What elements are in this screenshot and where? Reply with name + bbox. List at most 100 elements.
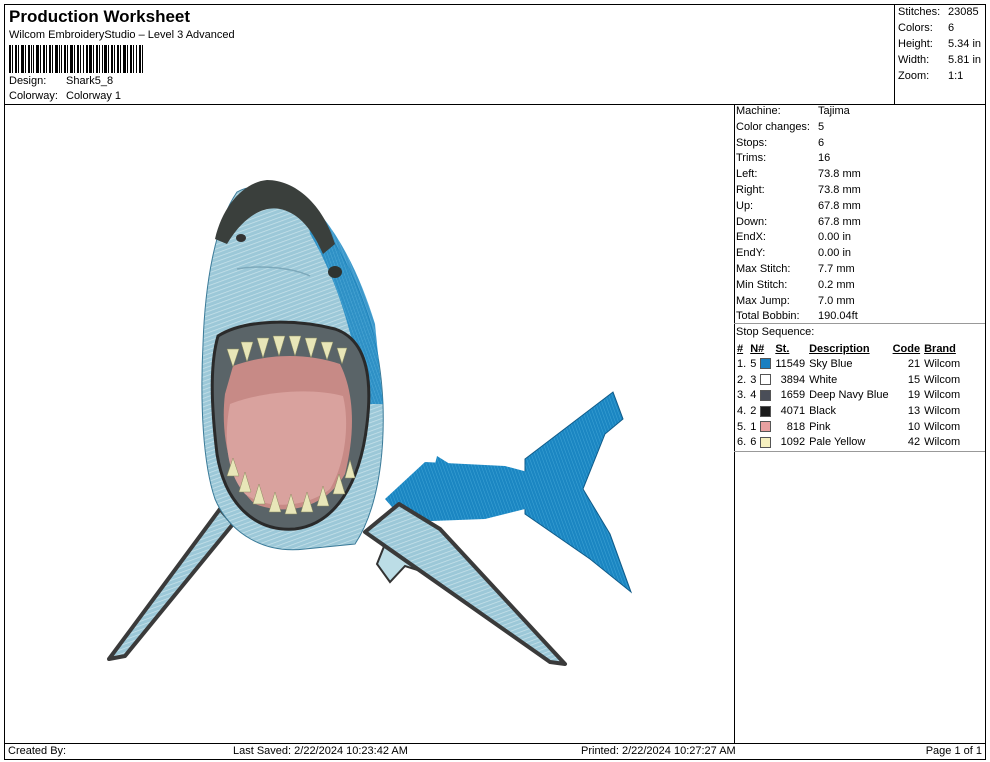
machine-info-row: Min Stitch: 0.2 mm	[736, 279, 855, 291]
machine-info-value: 0.2 mm	[818, 278, 855, 291]
color-swatch-box	[760, 405, 772, 417]
machine-info-row: Max Stitch: 7.7 mm	[736, 263, 855, 275]
table-header-row: # N# St. Description Code Brand	[735, 341, 962, 356]
thread-code: 19	[907, 389, 921, 402]
machine-info-label: Color changes:	[736, 120, 810, 133]
machine-info-value: 73.8 mm	[818, 168, 861, 181]
machine-info-label: Down:	[736, 215, 768, 228]
details-panel: Machine: Tajima Color changes: 5 Stops: 6 Trim…	[734, 104, 986, 744]
machine-info-label: Min Stitch:	[736, 278, 788, 291]
design-row: Design: Shark5_8	[9, 75, 113, 87]
machine-info-row: Machine: Tajima	[736, 105, 850, 117]
worksheet-header: Production Worksheet Wilcom EmbroiderySt…	[4, 4, 895, 105]
color-swatch	[758, 372, 773, 388]
zoom-label: Zoom:	[898, 70, 930, 82]
stitch-count: 11549	[775, 357, 806, 370]
machine-info-row: EndX: 0.00 in	[736, 231, 851, 243]
stitch-count: 818	[786, 420, 806, 433]
machine-info-value: 67.8 mm	[818, 199, 861, 212]
height-label: Height:	[898, 38, 933, 50]
row-index: 1.	[737, 357, 747, 370]
printed-date: Printed: 2/22/2024 10:27:27 AM	[581, 745, 736, 757]
machine-info-row: Max Jump: 7.0 mm	[736, 295, 855, 307]
stitch-count: 3894	[780, 373, 806, 386]
stitches-value: 23085	[948, 6, 979, 18]
row-index: 4.	[737, 404, 747, 417]
table-row: 4. 2 4071 Black 13 Wilcom	[735, 403, 962, 419]
machine-info-value: 73.8 mm	[818, 184, 861, 196]
col-brand-header: Brand	[924, 342, 956, 355]
color-description: Pink	[809, 420, 831, 433]
design-value: Shark5_8	[66, 75, 114, 87]
barcode-icon	[9, 45, 143, 73]
color-swatch	[758, 434, 773, 450]
width-value: 5.81 in	[948, 54, 982, 66]
zoom-value: 1:1	[948, 70, 964, 82]
machine-info-value: 0.00 in	[818, 247, 852, 260]
divider	[734, 451, 985, 452]
col-needle-header: N#	[750, 342, 765, 355]
color-swatch-box	[760, 374, 772, 386]
machine-info-value: 16	[818, 152, 831, 165]
thread-code: 10	[907, 420, 921, 433]
table-row: 1. 5 11549 Sky Blue 21 Wilcom	[735, 356, 962, 372]
thread-code: 15	[907, 373, 921, 386]
machine-info-value: Tajima	[818, 105, 850, 117]
thread-brand: Wilcom	[924, 357, 961, 370]
needle-number: 5	[750, 357, 757, 370]
thread-brand: Wilcom	[924, 389, 961, 402]
thread-code: 42	[907, 436, 921, 449]
table-row: 3. 4 1659 Deep Navy Blue 19 Wilcom	[735, 387, 962, 403]
software-subtitle: Wilcom EmbroideryStudio – Level 3 Advanc…	[9, 29, 235, 41]
design-label: Design:	[9, 75, 47, 87]
last-saved: Last Saved: 2/22/2024 10:23:42 AM	[233, 745, 408, 757]
stitch-count: 1659	[780, 389, 806, 402]
color-description: Pale Yellow	[809, 436, 866, 449]
machine-info-value: 6	[818, 136, 825, 149]
color-description: Sky Blue	[809, 357, 853, 370]
needle-number: 1	[750, 420, 757, 433]
machine-info-label: Max Jump:	[736, 294, 790, 307]
machine-info-label: Total Bobbin:	[736, 310, 800, 323]
machine-info-row: Down: 67.8 mm	[736, 216, 861, 228]
color-swatch-box	[760, 389, 772, 401]
machine-info-row: Left: 73.8 mm	[736, 168, 861, 180]
needle-number: 2	[750, 404, 757, 417]
machine-info-label: EndX:	[736, 231, 766, 244]
color-swatch-box	[760, 358, 772, 370]
shark-embroidery-image	[107, 180, 633, 666]
thread-brand: Wilcom	[924, 373, 961, 386]
color-swatch-box	[760, 436, 772, 448]
needle-number: 6	[750, 436, 757, 449]
thread-brand: Wilcom	[924, 420, 961, 433]
machine-info-row: Stops: 6	[736, 137, 824, 149]
design-preview	[4, 104, 735, 744]
machine-info-label: Machine:	[736, 105, 781, 117]
machine-info-value: 7.0 mm	[818, 294, 855, 307]
colors-label: Colors:	[898, 22, 933, 34]
machine-info-row: Total Bobbin: 190.04ft	[736, 310, 858, 322]
row-index: 6.	[737, 436, 747, 449]
color-description: Deep Navy Blue	[809, 389, 889, 402]
machine-info-row: Right: 73.8 mm	[736, 184, 861, 196]
machine-info-value: 5	[818, 120, 825, 133]
col-description-header: Description	[809, 342, 870, 355]
height-value: 5.34 in	[948, 38, 982, 50]
thread-brand: Wilcom	[924, 436, 961, 449]
needle-number: 3	[750, 373, 757, 386]
row-index: 3.	[737, 389, 747, 402]
color-swatch-box	[760, 421, 772, 433]
table-row: 5. 1 818 Pink 10 Wilcom	[735, 419, 962, 435]
color-description: Black	[809, 404, 836, 417]
machine-info-label: Left:	[736, 168, 758, 181]
stitch-count: 4071	[780, 404, 806, 417]
machine-info-row: Trims: 16	[736, 152, 830, 164]
page-title: Production Worksheet	[9, 7, 191, 26]
col-stitches-header: St.	[775, 342, 790, 355]
needle-number: 4	[750, 389, 757, 402]
machine-info-value: 0.00 in	[818, 231, 852, 244]
divider	[734, 323, 985, 324]
machine-info-value: 67.8 mm	[818, 215, 861, 228]
stop-sequence-title: Stop Sequence:	[736, 326, 815, 338]
thread-code: 13	[907, 404, 921, 417]
